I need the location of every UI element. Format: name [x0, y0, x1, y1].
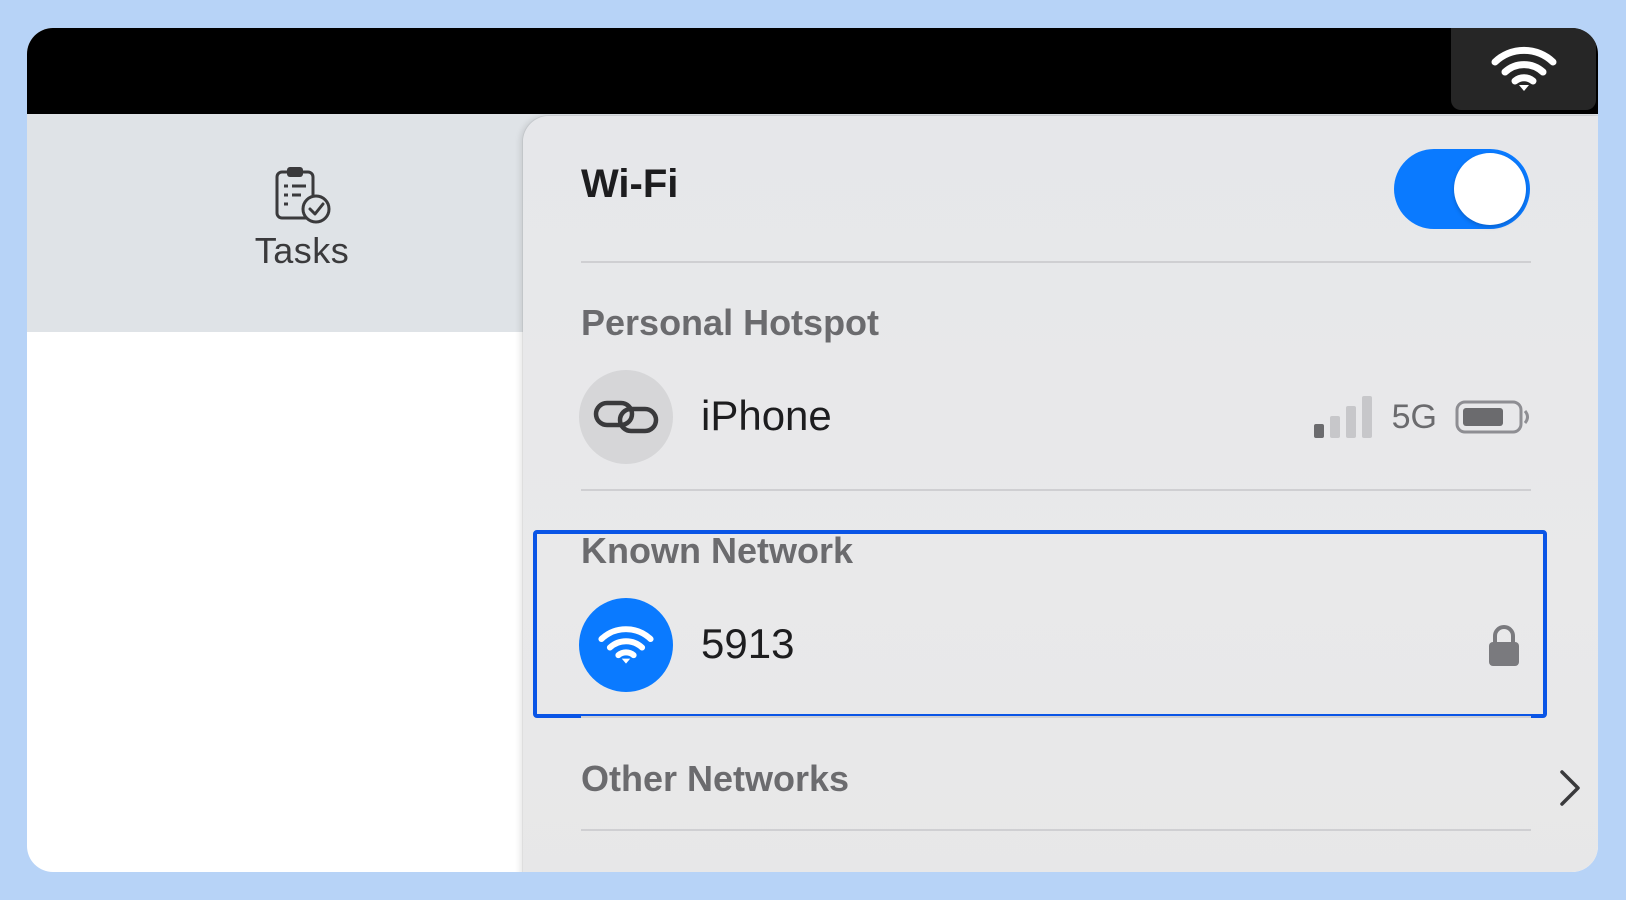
menubar-wifi-button[interactable] [1451, 28, 1596, 110]
battery-icon [1455, 400, 1529, 434]
other-networks-button[interactable]: Other Networks [581, 758, 849, 800]
divider [581, 489, 1531, 491]
link-icon [593, 400, 659, 434]
divider [581, 829, 1531, 831]
toggle-knob [1454, 153, 1526, 225]
cellular-signal-icon [1313, 396, 1372, 438]
personal-hotspot-heading: Personal Hotspot [581, 302, 880, 343]
network-type-label: 5G [1391, 397, 1437, 436]
tasks-toolbar-button[interactable]: Tasks [247, 164, 357, 272]
divider [581, 716, 1531, 718]
hotspot-meta: 5G [1312, 396, 1531, 438]
wifi-menu-title: Wi-Fi [581, 162, 679, 206]
menu-bar [27, 28, 1598, 114]
chevron-right-icon[interactable] [1558, 768, 1584, 808]
wifi-toggle[interactable] [1394, 149, 1530, 229]
tasks-label: Tasks [254, 230, 350, 271]
divider [581, 261, 1531, 263]
wifi-icon [1491, 46, 1556, 91]
known-network-highlight [533, 530, 1547, 718]
desktop-screen: Tasks Wi-Fi Personal Hotspot iPhone 5G K… [27, 28, 1598, 872]
hotspot-network-name: iPhone [701, 392, 832, 439]
hotspot-icon-circle [579, 370, 673, 464]
clipboard-check-icon [275, 167, 331, 224]
wifi-menu-panel: Wi-Fi Personal Hotspot iPhone 5G Known N… [523, 116, 1598, 872]
hotspot-network-row[interactable]: iPhone 5G [579, 370, 1531, 466]
